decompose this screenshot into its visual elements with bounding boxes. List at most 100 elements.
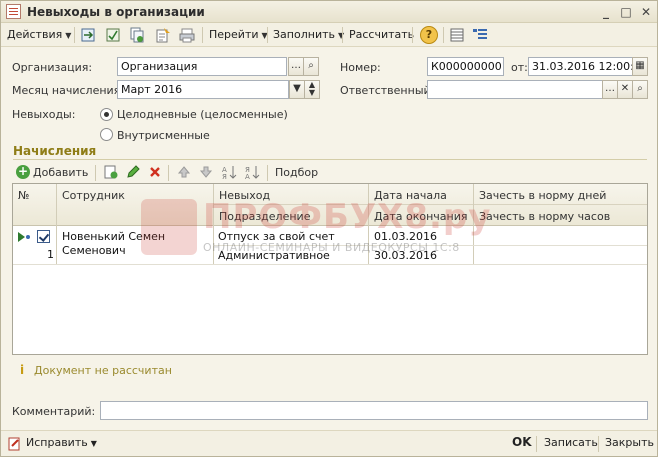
row-sub-divider [213, 245, 647, 246]
list-view-icon[interactable] [449, 27, 465, 43]
search-icon[interactable]: ⌕ [632, 80, 648, 99]
title-bar: Невыходы в организации _ □ ✕ [1, 1, 657, 23]
responsible-label: Ответственный: [340, 84, 435, 97]
row-num: 1 [47, 248, 54, 261]
spinner-icon[interactable]: ▲ ▼ [304, 80, 320, 99]
structure-icon[interactable] [472, 27, 488, 43]
chevron-down-icon: ▼ [65, 31, 72, 40]
month-field[interactable]: Март 2016 [117, 80, 289, 99]
col-absence[interactable]: Невыход [219, 189, 270, 202]
row-employee-line2[interactable]: Семенович [62, 244, 126, 257]
toolbar-divider [598, 436, 599, 452]
clear-icon[interactable]: ✕ [617, 80, 633, 99]
goto-label: Перейти [209, 28, 259, 41]
absences-label: Невыходы: [12, 108, 76, 121]
col-norm-days[interactable]: Зачесть в норму дней [479, 189, 606, 202]
delete-icon[interactable] [147, 164, 163, 180]
actions-label: Действия [7, 28, 63, 41]
sort-ascending-icon[interactable]: АЯ [221, 164, 237, 180]
toolbar-divider [412, 27, 413, 43]
calculate-button[interactable]: Рассчитать [349, 26, 414, 44]
org-label: Организация: [12, 61, 93, 74]
col-employee[interactable]: Сотрудник [62, 189, 125, 202]
copy-row-icon[interactable] [103, 164, 119, 180]
toolbar-divider [536, 436, 537, 452]
minimize-icon[interactable]: _ [598, 4, 614, 20]
sort-descending-icon[interactable]: ЯА [244, 164, 260, 180]
copy-document-icon[interactable] [129, 27, 145, 43]
accruals-table: № Сотрудник Невыход Подразделение Дата н… [12, 183, 648, 355]
add-button[interactable]: Добавить [33, 166, 88, 179]
add-icon[interactable]: + [16, 165, 30, 179]
move-up-icon[interactable] [176, 164, 192, 180]
info-icon: i [19, 363, 25, 377]
radio-intra-shift[interactable] [100, 128, 113, 141]
pick-button[interactable]: Подбор [275, 166, 318, 179]
radio-full-day[interactable] [100, 108, 113, 121]
actions-menu-button[interactable]: Действия ▼ [7, 26, 71, 44]
section-divider [13, 159, 647, 160]
row-absence[interactable]: Отпуск за свой счет [218, 230, 335, 243]
calendar-icon[interactable]: ▦ [632, 57, 648, 76]
close-icon[interactable]: ✕ [638, 4, 654, 20]
row-employee[interactable]: Новенький Семен [62, 230, 165, 243]
save-button[interactable]: Записать [544, 436, 598, 449]
column-divider [56, 184, 57, 264]
number-field[interactable]: К0000000001 [427, 57, 504, 76]
fix-icon[interactable] [8, 437, 22, 451]
date-from-label: от: [511, 61, 528, 74]
row-date-start[interactable]: 01.03.2016 [374, 230, 437, 243]
goto-menu-button[interactable]: Перейти ▼ [209, 26, 268, 44]
col-num[interactable]: № [18, 189, 29, 202]
row-checkbox[interactable] [37, 230, 50, 243]
column-divider [368, 184, 369, 264]
section-title: Начисления [13, 144, 97, 158]
maximize-icon[interactable]: □ [618, 4, 634, 20]
row-date-end[interactable]: 30.03.2016 [374, 249, 437, 262]
comment-label: Комментарий: [12, 405, 96, 418]
column-divider [473, 184, 474, 264]
edit-icon[interactable] [125, 164, 141, 180]
search-icon[interactable]: ⌕ [303, 57, 319, 76]
svg-text:А: А [245, 173, 250, 180]
toolbar-divider [95, 165, 96, 181]
ellipsis-icon[interactable]: … [602, 80, 618, 99]
month-label: Месяц начисления: [12, 84, 124, 97]
fill-menu-button[interactable]: Заполнить▼ [273, 26, 344, 44]
comment-field[interactable] [100, 401, 648, 420]
save-document-icon[interactable] [105, 27, 121, 43]
report-icon[interactable] [155, 27, 171, 43]
document-window: Невыходы в организации _ □ ✕ Действия ▼ П… [0, 0, 658, 457]
responsible-field[interactable] [427, 80, 603, 99]
col-norm-hours[interactable]: Зачесть в норму часов [479, 210, 610, 223]
number-label: Номер: [340, 61, 381, 74]
fix-menu-button[interactable]: Исправить ▼ [26, 436, 97, 449]
toolbar-divider [168, 165, 169, 181]
dropdown-icon[interactable]: ▼ [289, 80, 305, 99]
toolbar-divider [74, 27, 75, 43]
col-date-end[interactable]: Дата окончания [374, 210, 467, 223]
table-header: № Сотрудник Невыход Подразделение Дата н… [13, 184, 647, 226]
svg-text:Я: Я [222, 173, 227, 180]
move-down-icon[interactable] [198, 164, 214, 180]
ellipsis-icon[interactable]: … [288, 57, 304, 76]
toolbar-divider [267, 27, 268, 43]
current-row-icon [18, 232, 30, 242]
org-field[interactable]: Организация [117, 57, 287, 76]
radio-intra-shift-label[interactable]: Внутрисменные [117, 129, 210, 142]
status-text: Документ не рассчитан [34, 364, 172, 377]
row-department[interactable]: Административное [218, 249, 330, 262]
toolbar: Действия▼ Перейти▼ Заполнить▼ Рассчитать… [1, 23, 657, 47]
help-button[interactable]: ? [420, 26, 438, 44]
print-icon[interactable] [179, 27, 195, 43]
radio-full-day-label[interactable]: Целодневные (целосменные) [117, 108, 288, 121]
col-date-start[interactable]: Дата начала [374, 189, 447, 202]
close-button[interactable]: Закрыть [605, 436, 654, 449]
col-department[interactable]: Подразделение [219, 210, 310, 223]
toolbar-divider [267, 165, 268, 181]
date-field[interactable]: 31.03.2016 12:00:00 [528, 57, 633, 76]
row-divider [13, 264, 647, 265]
ok-button[interactable]: OK [512, 435, 532, 449]
toolbar-divider [443, 27, 444, 43]
post-document-icon[interactable] [80, 27, 96, 43]
